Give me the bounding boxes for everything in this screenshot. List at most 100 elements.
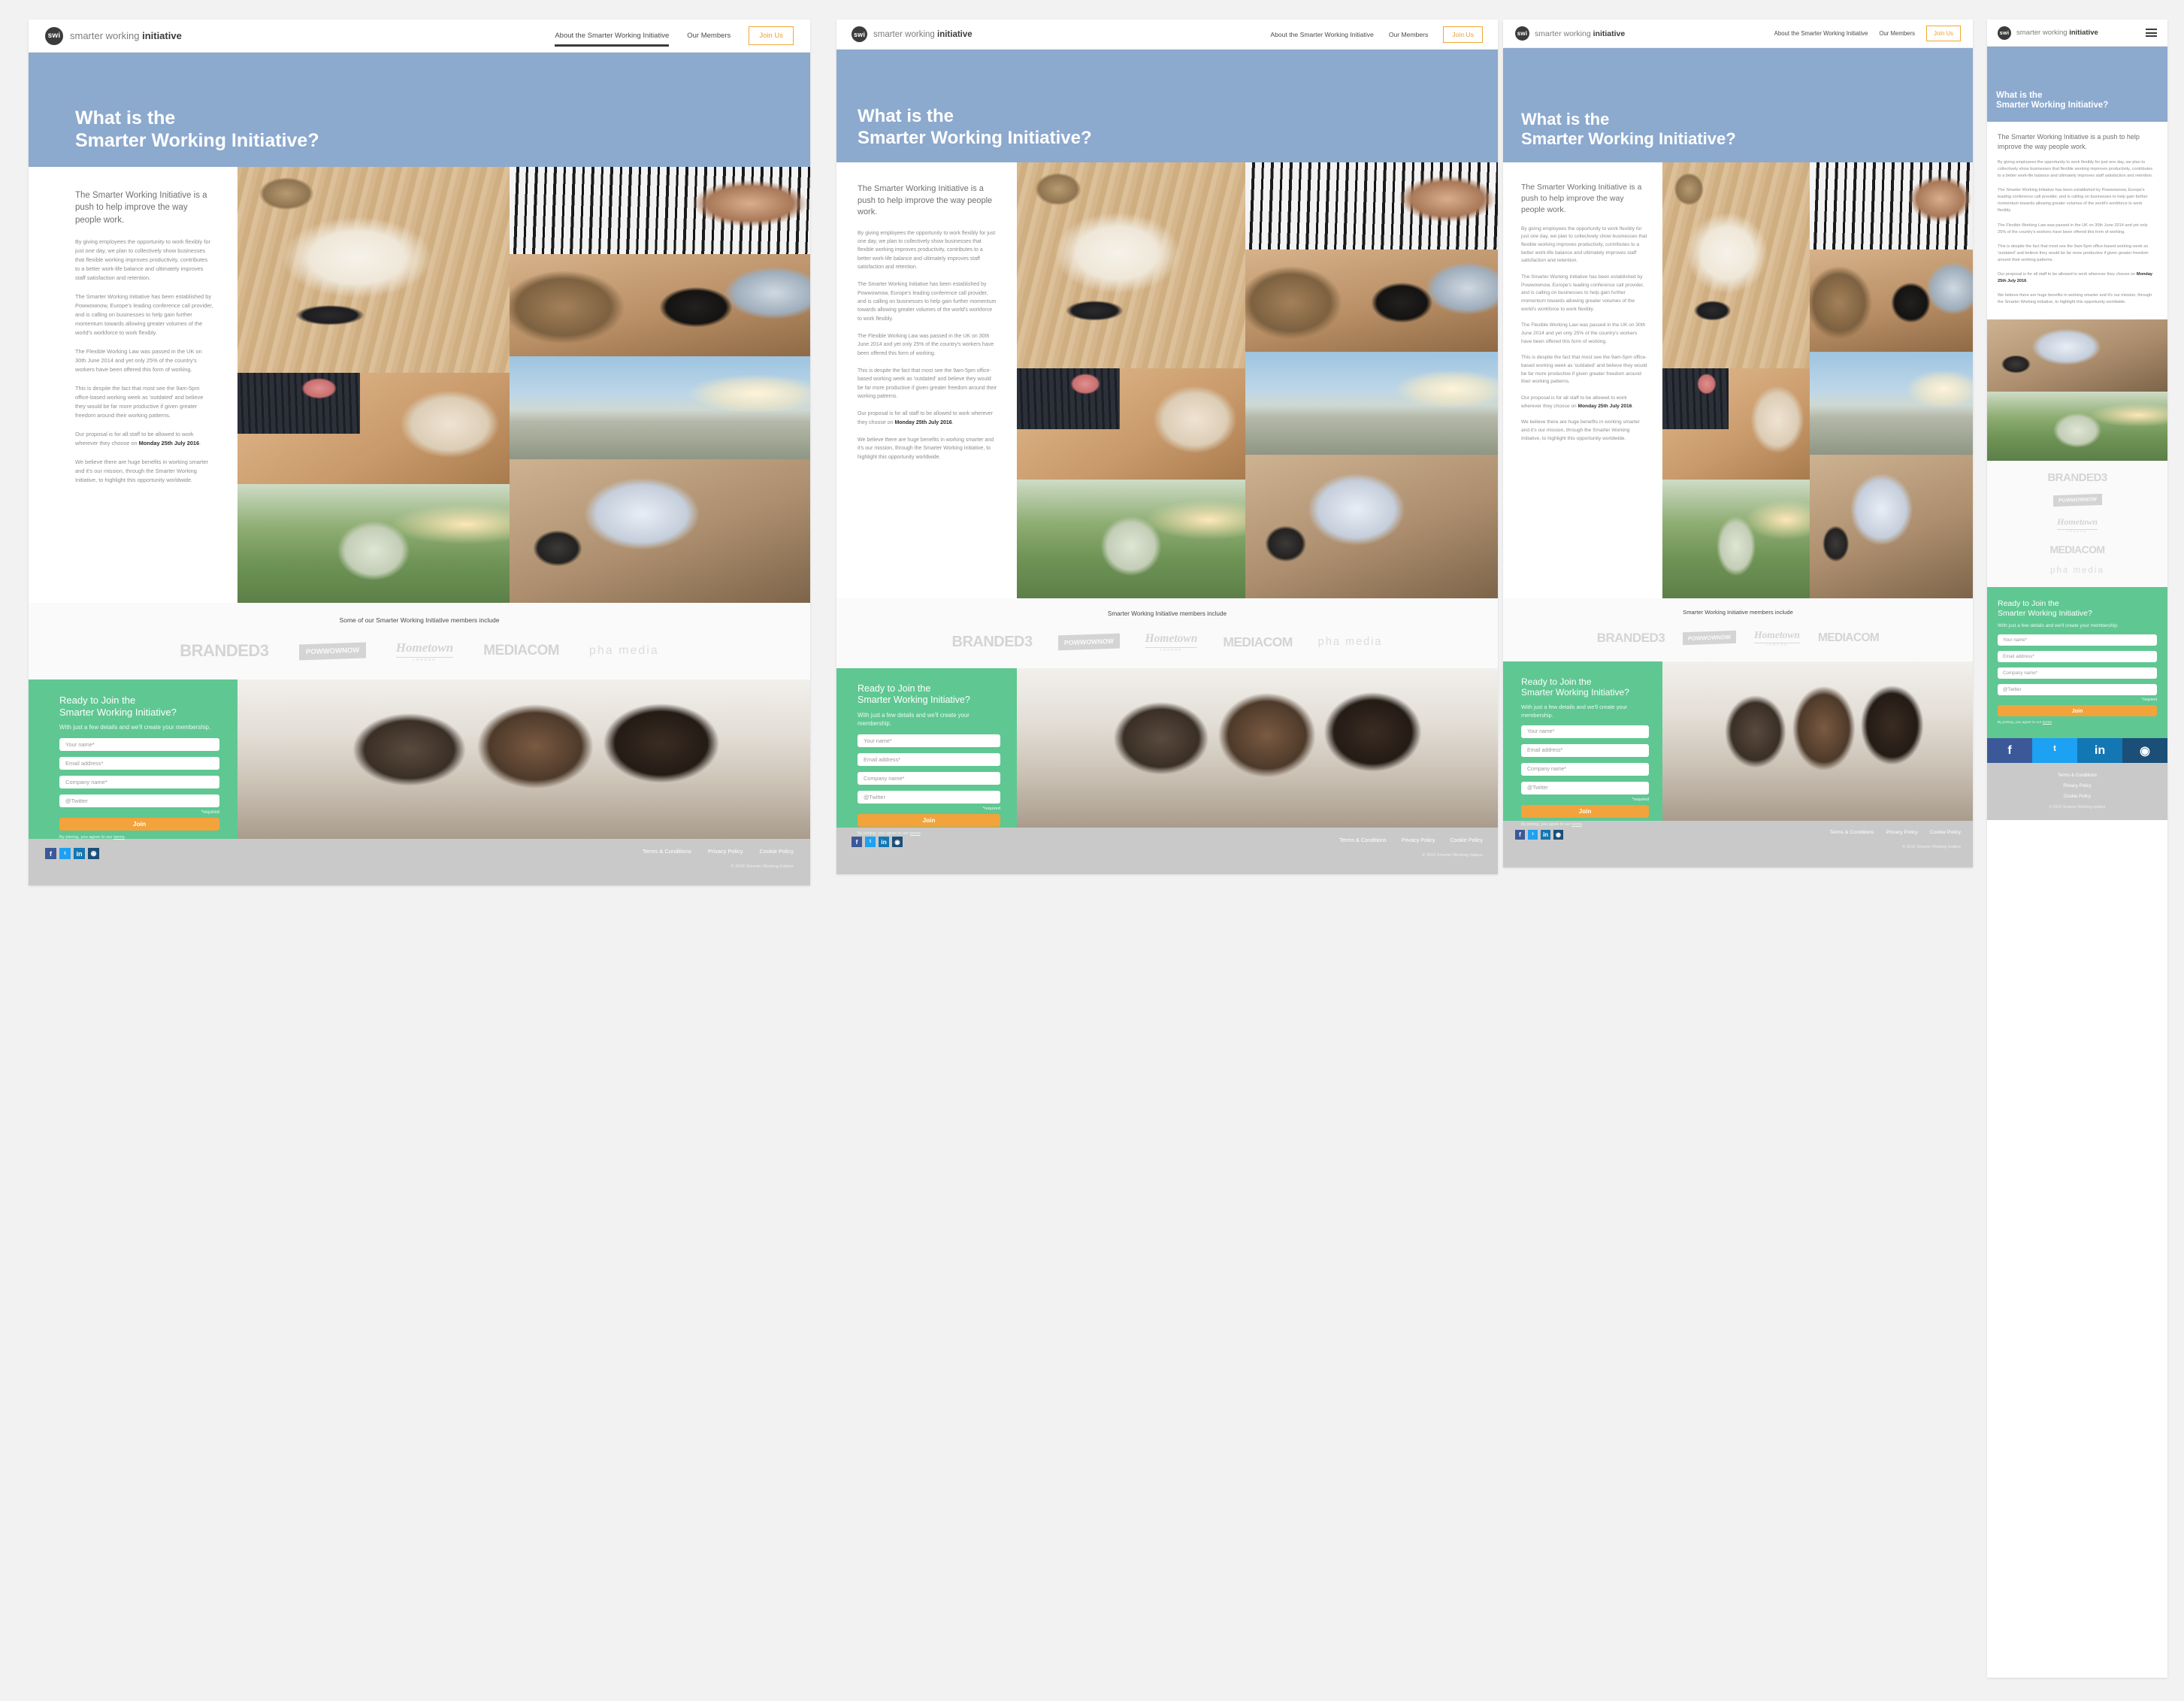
join-submit-button[interactable]: Join: [59, 817, 219, 831]
terms-link[interactable]: terms: [1571, 822, 1581, 827]
your-name-input[interactable]: Your name*: [1998, 634, 2157, 646]
brand-logo[interactable]: swi smarter working initiative: [1998, 26, 2098, 40]
logo-branded3[interactable]: BRANDED3: [952, 634, 1033, 651]
join-submit-button[interactable]: Join: [858, 813, 1000, 827]
piano-hands-photo: [1810, 162, 1973, 250]
notebook-phone-desk-photo: [1662, 162, 1810, 368]
instagram-icon[interactable]: ◉: [2122, 738, 2167, 764]
footer-link-terms[interactable]: Terms & Conditions: [1830, 830, 1874, 835]
terms-link[interactable]: terms: [113, 835, 125, 840]
your-name-input[interactable]: Your name*: [858, 734, 1000, 747]
copy-paragraph-4: This is despite the fact that most see t…: [75, 384, 204, 419]
logo-powwownow[interactable]: POWWOWNOW: [298, 641, 366, 661]
company-name-input[interactable]: Company name*: [59, 775, 219, 788]
join-submit-button[interactable]: Join: [1521, 805, 1649, 819]
page-title: What is the Smarter Working Initiative?: [1521, 110, 1736, 149]
facebook-icon[interactable]: f: [852, 837, 862, 847]
company-name-input[interactable]: Company name*: [1998, 667, 2157, 679]
hamburger-menu-icon[interactable]: [2146, 29, 2157, 37]
nav-link-members[interactable]: Our Members: [1389, 31, 1429, 38]
footer-link-terms[interactable]: Terms & Conditions: [1339, 837, 1386, 843]
instagram-icon[interactable]: ◉: [1553, 830, 1563, 840]
logo-branded3[interactable]: BRANDED3: [1597, 631, 1665, 646]
logo-hometown[interactable]: Hometown LONDON: [2056, 516, 2098, 533]
logo-mediacom[interactable]: MEDIACOM: [1818, 631, 1880, 645]
woman-coffee-laptop-photo: [509, 254, 810, 356]
twitter-icon[interactable]: ᵗ: [1528, 830, 1538, 840]
brand-name-light: smarter working: [70, 30, 143, 41]
logo-branded3[interactable]: BRANDED3: [2047, 471, 2107, 484]
join-us-button[interactable]: Join Us: [1443, 26, 1483, 43]
join-submit-button[interactable]: Join: [1998, 705, 2157, 717]
twitter-handle-input[interactable]: @Twitter: [1998, 684, 2157, 696]
join-us-button[interactable]: Join Us: [749, 26, 794, 45]
linkedin-icon[interactable]: in: [2077, 738, 2122, 764]
terms-link[interactable]: terms: [2043, 721, 2052, 725]
twitter-handle-input[interactable]: @Twitter: [59, 794, 219, 807]
brand-logo[interactable]: swi smarter working initiative: [45, 26, 182, 45]
nav-link-about[interactable]: About the Smarter Working Initiative: [555, 32, 669, 47]
logo-pha-media[interactable]: pha media: [2050, 566, 2104, 575]
logo-hometown[interactable]: Hometown LONDON: [395, 640, 454, 661]
swi-badge-icon: swi: [852, 26, 867, 42]
nav-link-about[interactable]: About the Smarter Working Initiative: [1270, 31, 1373, 38]
nav-link-members[interactable]: Our Members: [1879, 30, 1915, 37]
instagram-icon[interactable]: ◉: [892, 837, 903, 847]
join-us-button[interactable]: Join Us: [1926, 26, 1961, 41]
logo-mediacom[interactable]: MEDIACOM: [1223, 634, 1293, 650]
twitter-icon[interactable]: ᵗ: [59, 848, 71, 859]
footer-link-privacy[interactable]: Privacy Policy: [1402, 837, 1435, 843]
brand-logo[interactable]: swi smarter working initiative: [1515, 26, 1625, 41]
signup-title-line1: Ready to Join the: [59, 695, 136, 706]
terms-link[interactable]: terms: [910, 831, 921, 836]
facebook-icon[interactable]: f: [45, 848, 56, 859]
copy-paragraph-4: This is despite the fact that most see t…: [1521, 355, 1647, 385]
linkedin-icon[interactable]: in: [74, 848, 85, 859]
footer-links: Terms & Conditions Privacy Policy Cookie…: [1339, 837, 1483, 843]
logo-hometown-text: Hometown: [2056, 516, 2098, 527]
page-title-line2: Smarter Working Initiative?: [1521, 129, 1736, 149]
footer-link-cookie[interactable]: Cookie Policy: [1450, 837, 1483, 843]
instagram-icon[interactable]: ◉: [88, 848, 99, 859]
logo-mediacom[interactable]: MEDIACOM: [483, 643, 559, 659]
company-name-input[interactable]: Company name*: [858, 771, 1000, 785]
footer-link-terms[interactable]: Terms & Conditions: [643, 848, 691, 855]
company-name-input[interactable]: Company name*: [1521, 763, 1649, 776]
your-name-input[interactable]: Your name*: [1521, 725, 1649, 739]
linkedin-icon[interactable]: in: [1541, 830, 1550, 840]
logo-powwownow[interactable]: POWWOWNOW: [2052, 493, 2102, 507]
site-footer: f ᵗ in ◉ Terms & Conditions Privacy Poli…: [29, 839, 810, 885]
footer-link-privacy[interactable]: Privacy Policy: [708, 848, 743, 855]
footer-link-cookie[interactable]: Cookie Policy: [1930, 830, 1961, 835]
footer-link-cookie[interactable]: Cookie Policy: [1987, 795, 2167, 799]
logo-mediacom[interactable]: MEDIACOM: [2050, 543, 2106, 555]
email-address-input[interactable]: Email address*: [59, 756, 219, 770]
twitter-icon[interactable]: ᵗ: [865, 837, 876, 847]
logo-powwownow[interactable]: POWWOWNOW: [1057, 633, 1120, 651]
email-address-input[interactable]: Email address*: [858, 752, 1000, 766]
main-content: The Smarter Working Initiative is a push…: [29, 167, 810, 603]
footer-link-terms[interactable]: Terms & Conditions: [1987, 773, 2167, 778]
nav-link-about[interactable]: About the Smarter Working Initiative: [1774, 30, 1868, 37]
logo-hometown[interactable]: Hometown LONDON: [1145, 632, 1198, 652]
facebook-icon[interactable]: f: [1987, 738, 2032, 764]
email-address-input[interactable]: Email address*: [1998, 651, 2157, 663]
twitter-handle-input[interactable]: @Twitter: [858, 790, 1000, 804]
linkedin-icon[interactable]: in: [879, 837, 889, 847]
logo-hometown[interactable]: Hometown LONDON: [1754, 629, 1800, 646]
your-name-input[interactable]: Your name*: [59, 737, 219, 751]
brand-logo[interactable]: swi smarter working initiative: [852, 26, 973, 42]
twitter-handle-input[interactable]: @Twitter: [1521, 782, 1649, 795]
logo-pha-media[interactable]: pha media: [589, 644, 659, 658]
logo-branded3[interactable]: BRANDED3: [180, 641, 269, 661]
email-address-input[interactable]: Email address*: [1521, 744, 1649, 758]
logo-powwownow[interactable]: POWWOWNOW: [1683, 630, 1737, 646]
facebook-icon[interactable]: f: [1515, 830, 1525, 840]
signup-title: Ready to Join the Smarter Working Initiat…: [858, 683, 1000, 706]
footer-link-cookie[interactable]: Cookie Policy: [760, 848, 794, 855]
twitter-icon[interactable]: ᵗ: [2032, 738, 2077, 764]
nav-link-members[interactable]: Our Members: [687, 32, 731, 40]
footer-link-privacy[interactable]: Privacy Policy: [1987, 784, 2167, 788]
logo-pha-media[interactable]: pha media: [1318, 636, 1383, 648]
footer-link-privacy[interactable]: Privacy Policy: [1886, 830, 1918, 835]
